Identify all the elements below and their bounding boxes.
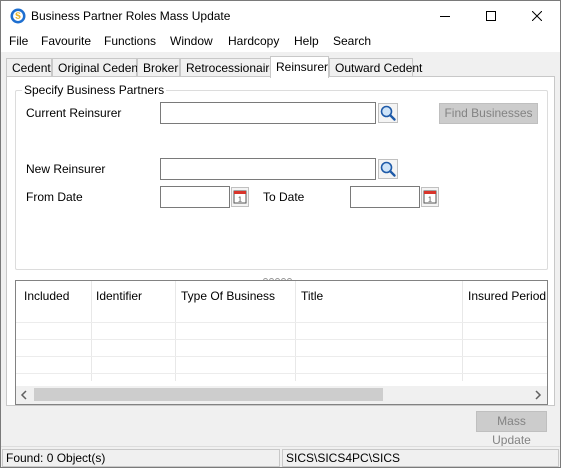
- maximize-icon: [486, 11, 496, 21]
- grid-header: Included Identifier Type Of Business Tit…: [16, 281, 547, 311]
- menu-hardcopy[interactable]: Hardcopy: [228, 34, 279, 48]
- svg-text:1: 1: [428, 197, 432, 204]
- column-divider: [175, 281, 176, 381]
- current-reinsurer-label: Current Reinsurer: [26, 106, 122, 120]
- window-title: Business Partner Roles Mass Update: [31, 9, 231, 23]
- svg-text:1: 1: [238, 197, 242, 204]
- column-title[interactable]: Title: [301, 289, 323, 303]
- row-divider: [16, 322, 547, 323]
- tab-broker[interactable]: Broker: [137, 58, 180, 77]
- status-path: SICS\SICS4PC\SICS: [282, 449, 559, 467]
- column-included[interactable]: Included: [24, 289, 69, 303]
- status-bar: Found: 0 Object(s) SICS\SICS4PC\SICS: [1, 446, 560, 467]
- menu-window[interactable]: Window: [170, 34, 213, 48]
- status-found-count: Found: 0 Object(s): [2, 449, 280, 467]
- from-date-calendar-icon[interactable]: 1: [231, 187, 249, 207]
- scrollbar-thumb[interactable]: [34, 388, 383, 401]
- from-date-label: From Date: [26, 190, 83, 204]
- to-date-calendar-icon[interactable]: 1: [421, 187, 439, 207]
- to-date-label: To Date: [263, 190, 305, 204]
- menu-help[interactable]: Help: [294, 34, 319, 48]
- chevron-left-icon[interactable]: [20, 390, 28, 400]
- menu-bar: File Favourite Functions Window Hardcopy…: [1, 31, 560, 52]
- maximize-button[interactable]: [468, 1, 514, 31]
- chevron-right-icon[interactable]: [534, 390, 542, 400]
- minimize-button[interactable]: [422, 1, 468, 31]
- column-type-of-business[interactable]: Type Of Business: [181, 289, 275, 303]
- results-grid[interactable]: Included Identifier Type Of Business Tit…: [15, 280, 548, 405]
- to-date-input[interactable]: [350, 186, 420, 208]
- from-date-input[interactable]: [160, 186, 230, 208]
- row-divider: [16, 339, 547, 340]
- tab-retrocessionaire[interactable]: Retrocessionaire: [180, 58, 276, 77]
- tab-strip: Cedent Original Cedent Broker Retrocessi…: [1, 56, 560, 78]
- row-divider: [16, 373, 547, 374]
- find-businesses-button[interactable]: Find Businesses: [439, 103, 538, 124]
- title-bar: Business Partner Roles Mass Update: [1, 1, 560, 31]
- close-button[interactable]: [514, 1, 560, 31]
- column-divider: [295, 281, 296, 381]
- tab-reinsurer[interactable]: Reinsurer: [270, 56, 329, 78]
- minimize-icon: [440, 16, 450, 17]
- menu-functions[interactable]: Functions: [104, 34, 156, 48]
- main-window: Business Partner Roles Mass Update File …: [0, 0, 561, 468]
- menu-favourite[interactable]: Favourite: [41, 34, 91, 48]
- menu-search[interactable]: Search: [333, 34, 371, 48]
- column-insured-period[interactable]: Insured Period: [468, 289, 546, 303]
- column-divider: [462, 281, 463, 381]
- new-reinsurer-label: New Reinsurer: [26, 162, 106, 176]
- current-reinsurer-input[interactable]: [160, 102, 376, 124]
- app-icon: [10, 8, 26, 24]
- group-title: Specify Business Partners: [22, 83, 167, 97]
- current-reinsurer-search-icon[interactable]: [378, 103, 398, 123]
- column-identifier[interactable]: Identifier: [96, 289, 142, 303]
- menu-file[interactable]: File: [9, 34, 28, 48]
- new-reinsurer-search-icon[interactable]: [378, 159, 398, 179]
- tab-original-cedent[interactable]: Original Cedent: [52, 58, 141, 77]
- mass-update-button[interactable]: Mass Update: [476, 411, 547, 447]
- new-reinsurer-input[interactable]: [160, 158, 376, 180]
- row-divider: [16, 356, 547, 357]
- horizontal-scrollbar[interactable]: [16, 386, 547, 404]
- close-icon: [532, 11, 542, 21]
- splitter-handle[interactable]: [263, 272, 293, 283]
- column-divider: [91, 281, 92, 381]
- tab-outward-cedent[interactable]: Outward Cedent: [329, 58, 422, 77]
- tab-cedent[interactable]: Cedent: [6, 58, 52, 77]
